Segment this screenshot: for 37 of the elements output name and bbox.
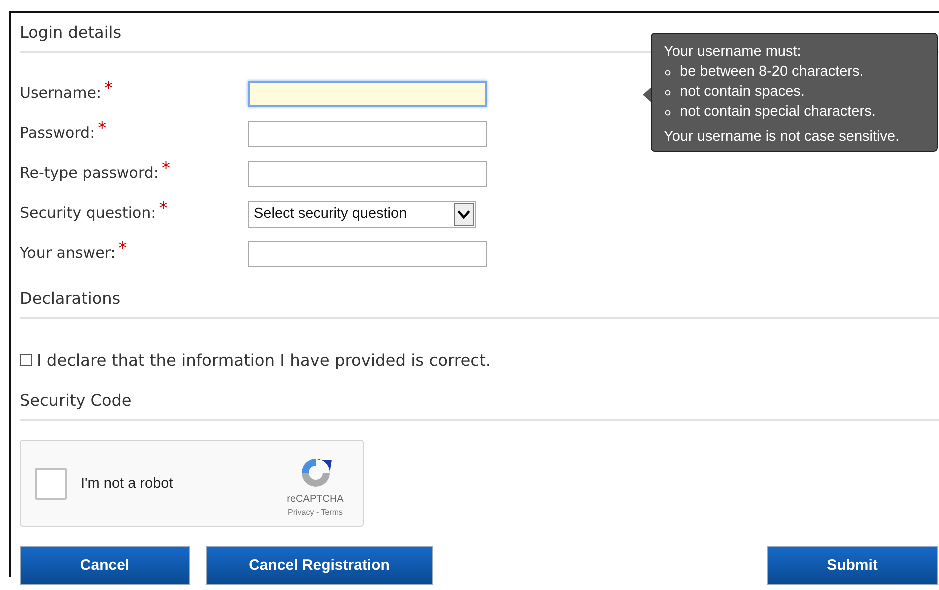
bullet-icon bbox=[665, 90, 671, 96]
field-label: Your answer: bbox=[20, 244, 116, 262]
section-heading: Declarations bbox=[20, 289, 121, 308]
input-field[interactable] bbox=[248, 121, 487, 147]
checkbox-label: I declare that the information I have provided is correct. bbox=[37, 350, 492, 370]
section-heading: Login details bbox=[20, 23, 122, 42]
input-field[interactable] bbox=[248, 81, 487, 107]
tooltip-rule: be between 8-20 characters. bbox=[680, 63, 864, 82]
required-mark: * bbox=[118, 239, 128, 259]
action-button[interactable]: Submit bbox=[767, 546, 938, 585]
checkbox[interactable] bbox=[20, 354, 32, 366]
bullet-icon bbox=[665, 110, 671, 116]
tooltip-rule: not contain spaces. bbox=[680, 83, 805, 102]
tooltip-title: Your username must: bbox=[664, 44, 802, 60]
refresh-arrows-icon bbox=[302, 459, 332, 487]
required-mark: * bbox=[162, 159, 170, 179]
dropdown[interactable]: Select security question bbox=[248, 200, 476, 228]
section-heading: Security Code bbox=[20, 391, 132, 410]
caret-icon bbox=[454, 202, 474, 226]
checkbox-label: I'm not a robot bbox=[81, 476, 174, 492]
tooltip-rule: not contain special characters. bbox=[680, 103, 876, 122]
input-field[interactable] bbox=[248, 161, 487, 187]
input-field[interactable] bbox=[248, 241, 487, 267]
required-mark: * bbox=[98, 119, 107, 139]
action-button[interactable]: Cancel Registration bbox=[206, 546, 433, 585]
field-label: Username: bbox=[20, 84, 102, 102]
field-label: Security question: bbox=[20, 204, 156, 222]
captcha-brand: reCAPTCHA bbox=[287, 494, 344, 505]
required-mark: * bbox=[104, 79, 114, 99]
field-label: Re-type password: bbox=[20, 164, 159, 182]
action-button[interactable]: Cancel bbox=[20, 546, 190, 585]
required-mark: * bbox=[159, 199, 168, 219]
checkbox[interactable] bbox=[35, 468, 67, 500]
captcha-links[interactable]: Privacy - Terms bbox=[288, 508, 343, 517]
bullet-icon bbox=[665, 70, 671, 76]
field-label: Password: bbox=[20, 124, 96, 142]
tooltip-note: Your username is not case sensitive. bbox=[664, 128, 901, 147]
